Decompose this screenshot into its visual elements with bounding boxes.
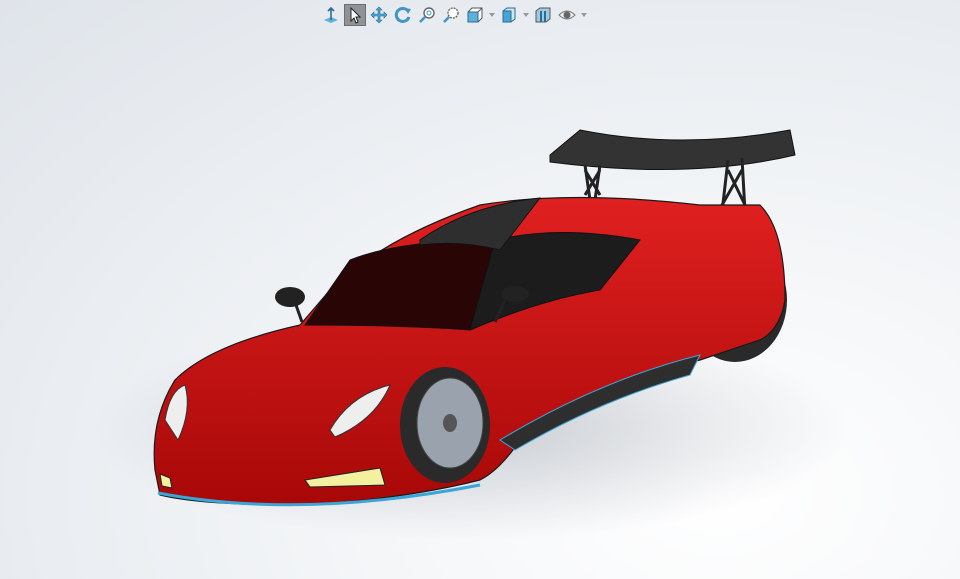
graphics-area[interactable] <box>0 0 960 579</box>
windshield <box>304 239 496 331</box>
front-wheel <box>400 367 490 483</box>
car-model[interactable] <box>0 0 960 579</box>
